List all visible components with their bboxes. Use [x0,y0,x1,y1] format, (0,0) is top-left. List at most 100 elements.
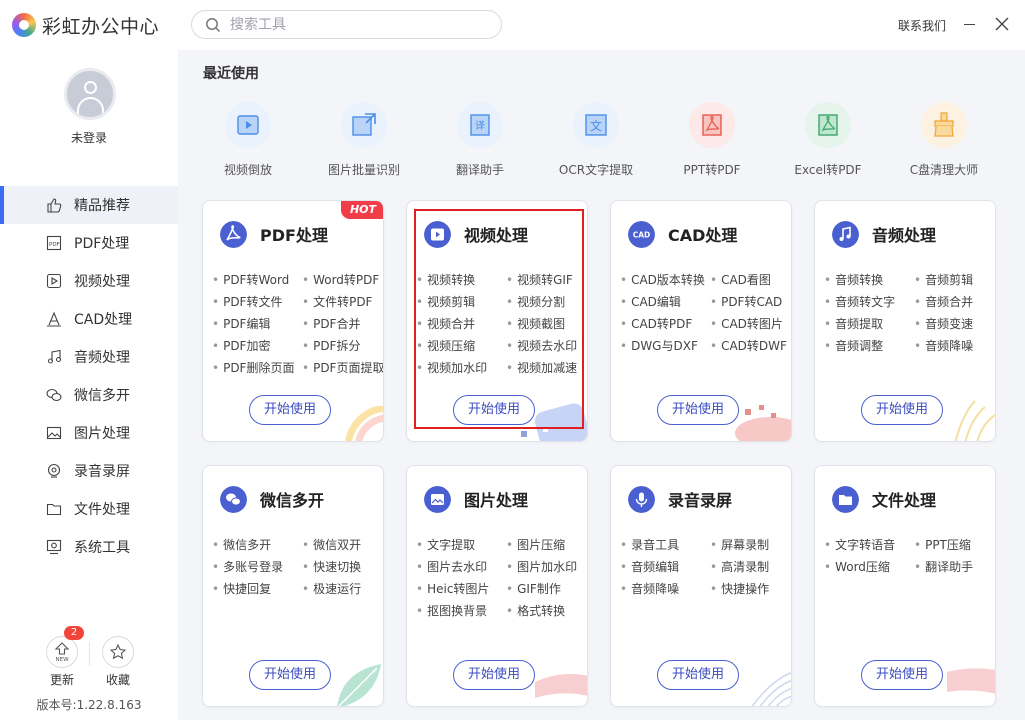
card-recording[interactable]: 录音录屏 录音工具 屏幕录制 音频编辑 高清录制 音频降噪 快捷操作 开始使用 [610,465,792,707]
feature-link[interactable]: 多账号登录 [212,558,283,575]
sidebar-item-audio[interactable]: 音频处理 [0,338,178,376]
start-button[interactable]: 开始使用 [657,395,739,425]
feature-link[interactable]: CAD转PDF [620,315,692,332]
feature-link[interactable]: PDF合并 [302,315,360,332]
favorite-label[interactable]: 收藏 [106,671,130,688]
feature-link[interactable]: 微信多开 [212,536,271,553]
feature-link[interactable]: 翻译助手 [914,558,973,575]
feature-link[interactable]: Word转PDF [302,271,379,288]
sidebar-item-video[interactable]: 视频处理 [0,262,178,300]
divider [89,642,90,666]
avatar[interactable] [64,68,116,120]
login-status[interactable]: 未登录 [0,129,178,146]
feature-link[interactable]: PDF转CAD [710,293,782,310]
feature-link[interactable]: CAD版本转换 [620,271,705,288]
feature-link[interactable]: DWG与DXF [620,337,698,354]
feature-link[interactable]: 音频转文字 [824,293,895,310]
start-button[interactable]: 开始使用 [453,660,535,690]
sidebar-item-file[interactable]: 文件处理 [0,490,178,528]
recent-item-ppt-to-pdf[interactable]: PPT转PDF [654,102,770,182]
card-image[interactable]: 图片处理 文字提取 图片压缩 图片去水印 图片加水印 Heic转图片 GIF制作… [406,465,588,707]
search-input[interactable] [230,15,490,35]
recent-item-translate[interactable]: 译 翻译助手 [422,102,538,182]
recent-section-title: 最近使用 [203,66,259,82]
feature-link[interactable]: CAD编辑 [620,293,681,310]
sidebar-item-cad[interactable]: CAD处理 [0,300,178,338]
feature-link[interactable]: 屏幕录制 [710,536,769,553]
recent-item-ocr[interactable]: 文 OCR文字提取 [538,102,654,182]
sidebar-item-system[interactable]: 系统工具 [0,528,178,566]
feature-link[interactable]: 微信双开 [302,536,361,553]
feature-link[interactable]: 极速运行 [302,580,361,597]
feature-link[interactable]: PDF编辑 [212,315,270,332]
card-wechat[interactable]: 微信多开 微信多开 微信双开 多账号登录 快速切换 快捷回复 极速运行 开始使用 [202,465,384,707]
feature-link[interactable]: 音频合并 [914,293,973,310]
feature-link[interactable]: PDF拆分 [302,337,360,354]
folder-icon [832,486,859,513]
feature-link[interactable]: 音频剪辑 [914,271,973,288]
feature-link[interactable]: 快捷回复 [212,580,271,597]
feature-link[interactable]: 高清录制 [710,558,769,575]
feature-link[interactable]: 文字提取 [416,536,475,553]
sidebar-item-image[interactable]: 图片处理 [0,414,178,452]
start-button[interactable]: 开始使用 [861,660,943,690]
card-file[interactable]: 文件处理 文字转语音 PPT压缩 Word压缩 翻译助手 开始使用 [814,465,996,707]
card-audio[interactable]: 音频处理 音频转换 音频剪辑 音频转文字 音频合并 音频提取 音频变速 音频调整… [814,200,996,442]
card-cad[interactable]: CAD CAD处理 CAD版本转换 CAD看图 CAD编辑 PDF转CAD CA… [610,200,792,442]
feature-link[interactable]: 音频编辑 [620,558,679,575]
feature-link[interactable]: 文字转语音 [824,536,895,553]
feature-link[interactable]: 格式转换 [506,602,565,619]
feature-link[interactable]: 音频调整 [824,337,883,354]
recent-item-c-drive-cleaner[interactable]: C盘清理大师 [886,102,1002,182]
feature-link[interactable]: 图片加水印 [506,558,577,575]
update-label[interactable]: 更新 [50,671,74,688]
feature-link[interactable]: 音频降噪 [914,337,973,354]
selection-highlight [414,209,584,429]
start-button[interactable]: 开始使用 [657,660,739,690]
feature-link[interactable]: PDF转Word [212,271,289,288]
feature-link[interactable]: PDF页面提取 [302,359,383,376]
feature-link[interactable]: 图片压缩 [506,536,565,553]
start-button[interactable]: 开始使用 [249,395,331,425]
feature-link[interactable]: PDF转文件 [212,293,282,310]
feature-link[interactable]: 音频提取 [824,315,883,332]
feature-link[interactable]: 音频降噪 [620,580,679,597]
sidebar-item-record[interactable]: 录音录屏 [0,452,178,490]
feature-link[interactable]: 图片去水印 [416,558,487,575]
feature-link[interactable]: PPT压缩 [914,536,971,553]
sidebar-item-featured[interactable]: 精品推荐 [0,186,178,224]
sidebar-item-wechat[interactable]: 微信多开 [0,376,178,414]
update-button[interactable]: NEW [46,636,78,668]
start-button[interactable]: 开始使用 [861,395,943,425]
feature-link[interactable]: CAD看图 [710,271,771,288]
feature-link[interactable]: GIF制作 [506,580,561,597]
recent-item-video-reverse[interactable]: 视频倒放 [190,102,306,182]
sidebar-item-pdf[interactable]: PDF PDF处理 [0,224,178,262]
card-title: 文件处理 [872,491,937,510]
feature-link[interactable]: PDF加密 [212,337,270,354]
start-button[interactable]: 开始使用 [249,660,331,690]
minimize-button[interactable] [962,16,978,32]
feature-link[interactable]: 文件转PDF [302,293,372,310]
recent-item-label: OCR文字提取 [558,163,634,177]
favorite-button[interactable] [102,636,134,668]
feature-link[interactable]: CAD转图片 [710,315,783,332]
image-recognition-icon [341,102,387,148]
feature-link[interactable]: Heic转图片 [416,580,489,597]
app-title: 彩虹办公中心 [42,16,160,38]
feature-link[interactable]: 快速切换 [302,558,361,575]
feature-link[interactable]: PDF删除页面 [212,359,294,376]
recent-item-excel-to-pdf[interactable]: Excel转PDF [770,102,886,182]
feature-link[interactable]: 音频转换 [824,271,883,288]
contact-us-link[interactable]: 联系我们 [898,17,946,34]
feature-link[interactable]: CAD转DWF [710,337,787,354]
close-button[interactable] [994,16,1010,32]
feature-link[interactable]: 音频变速 [914,315,973,332]
feature-link[interactable]: 抠图换背景 [416,602,487,619]
card-pdf[interactable]: HOT PDF处理 PDF转Word Word转PDF PDF转文件 文件转PD… [202,200,384,442]
search-box[interactable] [191,10,502,39]
feature-link[interactable]: 快捷操作 [710,580,769,597]
recent-item-batch-image-ocr[interactable]: 图片批量识别 [306,102,422,182]
feature-link[interactable]: 录音工具 [620,536,679,553]
feature-link[interactable]: Word压缩 [824,558,890,575]
